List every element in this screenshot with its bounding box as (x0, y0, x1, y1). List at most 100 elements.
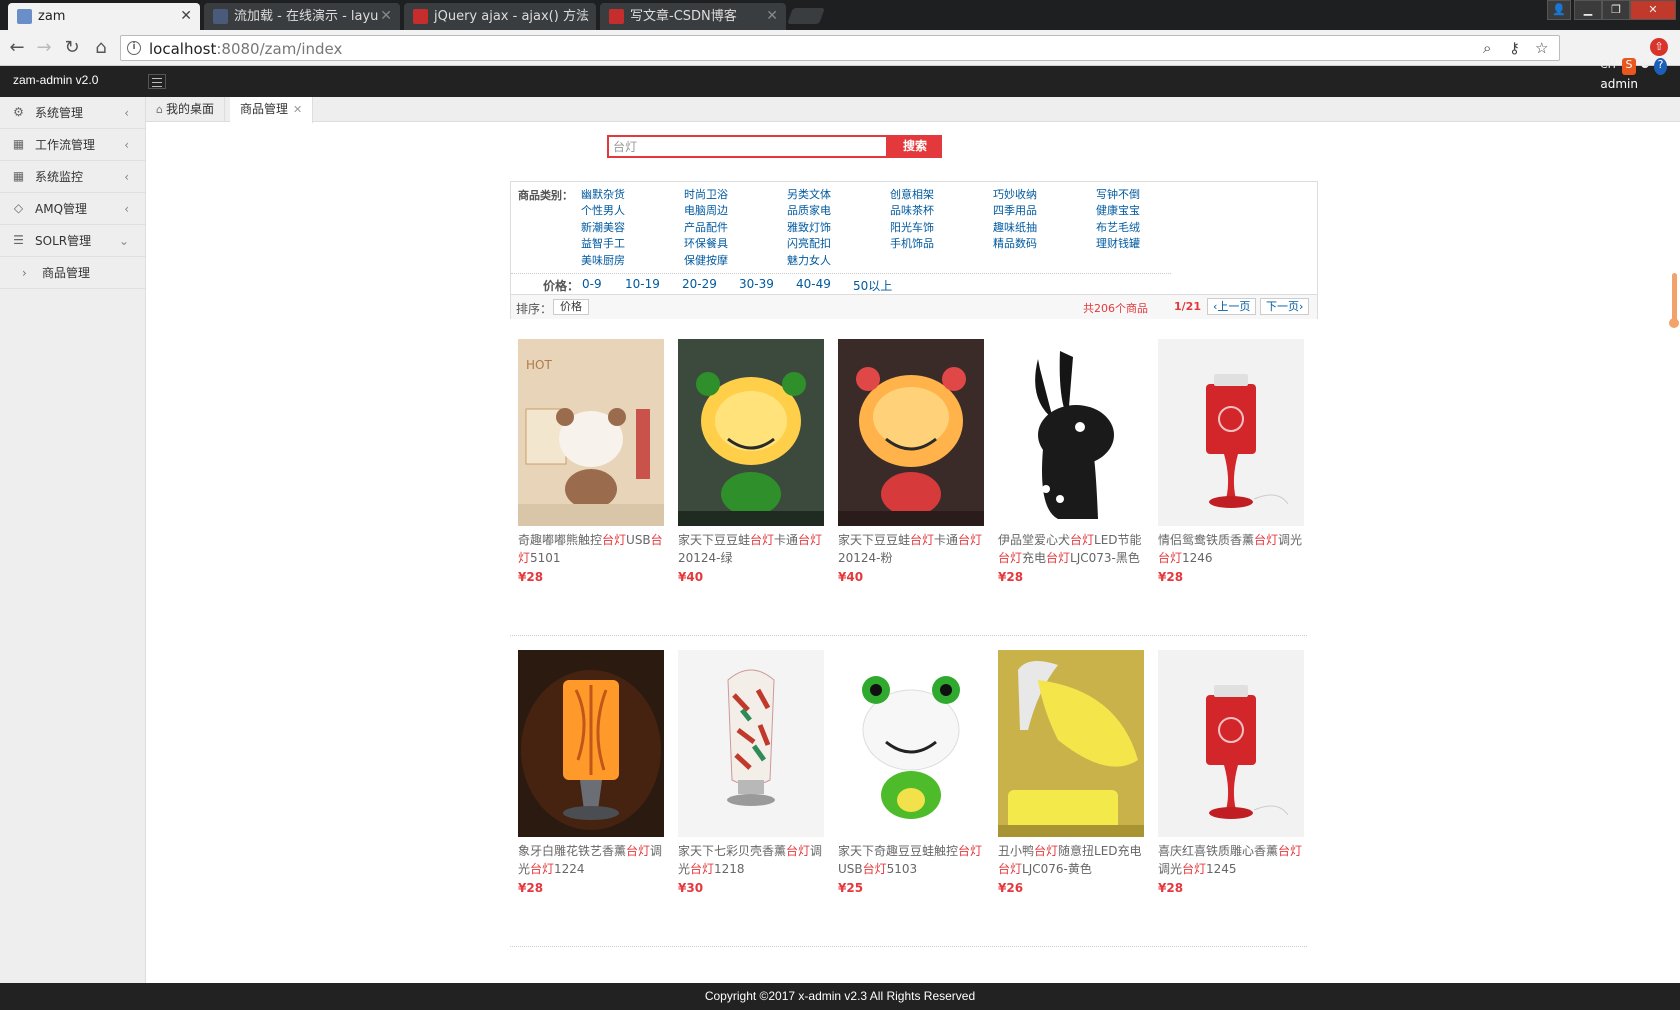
search-button[interactable]: 搜索 (888, 135, 942, 158)
reload-icon[interactable]: ↻ (60, 36, 84, 60)
category-link[interactable]: 幽默杂货 (581, 186, 625, 202)
product-image[interactable] (678, 650, 824, 837)
category-link[interactable]: 魅力女人 (787, 252, 831, 268)
product-image[interactable] (1158, 650, 1304, 837)
next-page-button[interactable]: 下一页› (1260, 298, 1310, 315)
product-name[interactable]: 家天下豆豆蛙台灯卡通台灯20124-粉 (838, 531, 986, 567)
minimize-window-icon[interactable]: ▁ (1574, 0, 1602, 20)
forward-icon[interactable]: → (32, 36, 56, 60)
product-name[interactable]: 奇趣嘟嘟熊触控台灯USB台灯5101 (518, 531, 666, 567)
product-image[interactable] (838, 650, 984, 837)
category-link[interactable]: 时尚卫浴 (684, 186, 728, 202)
category-link[interactable]: 阳光车饰 (890, 219, 934, 235)
price-filter-link[interactable]: 30-39 (739, 277, 774, 291)
category-link[interactable]: 理财钱罐 (1096, 235, 1140, 251)
category-link[interactable]: 闪亮配扣 (787, 235, 831, 251)
category-link[interactable]: 手机饰品 (890, 235, 934, 251)
category-link[interactable]: 布艺毛绒 (1096, 219, 1140, 235)
tab-desktop[interactable]: ⌂ 我的桌面 (146, 97, 225, 122)
price-filter-link[interactable]: 10-19 (625, 277, 660, 291)
zoom-icon[interactable]: ⌕ (1483, 39, 1491, 57)
category-link[interactable]: 趣味纸抽 (993, 219, 1037, 235)
product-image[interactable] (518, 650, 664, 837)
close-tab-icon[interactable]: ✕ (293, 103, 302, 116)
back-icon[interactable]: ← (5, 36, 29, 60)
price-filter-link[interactable]: 20-29 (682, 277, 717, 291)
bookmark-star-icon[interactable]: ☆ (1535, 39, 1548, 57)
price-filter-link[interactable]: 0-9 (582, 277, 602, 291)
category-link[interactable]: 环保餐具 (684, 235, 728, 251)
close-tab-icon[interactable]: ✕ (380, 3, 392, 30)
product-name[interactable]: 伊品堂爱心犬台灯LED节能台灯充电台灯LJC073-黑色 (998, 531, 1146, 567)
product-image[interactable] (1158, 339, 1304, 526)
sidebar-subitem-goods[interactable]: › 商品管理 (0, 257, 145, 289)
category-link[interactable]: 创意相架 (890, 186, 934, 202)
product-name[interactable]: 家天下奇趣豆豆蛙触控台灯USB台灯5103 (838, 842, 986, 878)
tab-goods[interactable]: 商品管理 ✕ (230, 97, 314, 123)
close-tab-icon[interactable]: ✕ (576, 3, 588, 30)
search-input[interactable] (607, 135, 888, 158)
extension-icon[interactable]: ⇧ (1650, 38, 1668, 56)
url-input[interactable]: i localhost:8080/zam/index ⌕ ⚷ ☆ (120, 35, 1560, 61)
product-name[interactable]: 家天下七彩贝壳香薰台灯调光台灯1218 (678, 842, 826, 878)
close-tab-icon[interactable]: ✕ (766, 3, 778, 30)
sogou-icon[interactable]: S (1622, 58, 1636, 75)
product-image[interactable] (838, 339, 984, 526)
product-name[interactable]: 丑小鸭台灯随意扭LED充电台灯LJC076-黄色 (998, 842, 1146, 878)
category-link[interactable]: 另类文体 (787, 186, 831, 202)
category-link[interactable]: 保健按摩 (684, 252, 728, 268)
user-menu[interactable]: admin (1600, 77, 1638, 91)
chevron-left-icon: ‹ (124, 106, 129, 120)
browser-tab-layui[interactable]: 流加载 - 在线演示 - layu ✕ (204, 3, 400, 30)
category-link[interactable]: 产品配件 (684, 219, 728, 235)
menu-toggle-icon[interactable] (148, 74, 166, 89)
product-image[interactable]: HOT (518, 339, 664, 526)
maximize-window-icon[interactable]: ❐ (1602, 0, 1630, 20)
category-link[interactable]: 健康宝宝 (1096, 202, 1140, 218)
result-count: 共206个商品 (1083, 302, 1148, 315)
product-name[interactable]: 情侣鸳鸯铁质香薰台灯调光台灯1246 (1158, 531, 1306, 567)
category-link[interactable]: 电脑周边 (684, 202, 728, 218)
sidebar-item-workflow[interactable]: ▦ 工作流管理 ‹ (0, 129, 145, 161)
category-link[interactable]: 写钟不倒 (1096, 186, 1140, 202)
help-icon[interactable]: ? (1654, 58, 1667, 75)
sidebar-item-solr[interactable]: ☰ SOLR管理 ⌄ (0, 225, 145, 257)
sidebar-item-monitor[interactable]: ▦ 系统监控 ‹ (0, 161, 145, 193)
category-link[interactable]: 个性男人 (581, 202, 625, 218)
user-profile-icon[interactable]: 👤 (1547, 0, 1571, 20)
category-link[interactable]: 品味茶杯 (890, 202, 934, 218)
product-image[interactable] (998, 650, 1144, 837)
browser-tab-bar: zam ✕ 流加载 - 在线演示 - layu ✕ jQuery ajax - … (0, 0, 1680, 30)
category-link[interactable]: 新潮美容 (581, 219, 625, 235)
product-name[interactable]: 家天下豆豆蛙台灯卡通台灯20124-绿 (678, 531, 826, 567)
product-image[interactable] (678, 339, 824, 526)
browser-tab-zam[interactable]: zam ✕ (8, 3, 200, 30)
category-link[interactable]: 益智手工 (581, 235, 625, 251)
product-name-part: 1245 (1206, 862, 1237, 876)
browser-tab-jquery[interactable]: jQuery ajax - ajax() 方法 ✕ (404, 3, 596, 30)
product-name[interactable]: 象牙白雕花铁艺香薰台灯调光台灯1224 (518, 842, 666, 878)
price-filter-link[interactable]: 50以上 (853, 277, 892, 294)
site-info-icon[interactable]: i (127, 41, 141, 55)
close-tab-icon[interactable]: ✕ (180, 3, 192, 30)
close-window-icon[interactable]: ✕ (1630, 0, 1676, 20)
prev-page-button[interactable]: ‹上一页 (1207, 298, 1257, 315)
category-link[interactable]: 巧妙收纳 (993, 186, 1037, 202)
product-name[interactable]: 喜庆红喜铁质雕心香薰台灯调光台灯1245 (1158, 842, 1306, 878)
category-link[interactable]: 雅致灯饰 (787, 219, 831, 235)
category-link[interactable]: 四季用品 (993, 202, 1037, 218)
sidebar-item-amq[interactable]: ◇ AMQ管理 ‹ (0, 193, 145, 225)
category-link[interactable]: 精品数码 (993, 235, 1037, 251)
ime-settings-icon[interactable]: ☯ (1640, 58, 1650, 75)
product-image[interactable] (998, 339, 1144, 526)
category-link[interactable]: 美味厨房 (581, 252, 625, 268)
category-link[interactable]: 品质家电 (787, 202, 831, 218)
browser-tab-csdn[interactable]: 写文章-CSDN博客 ✕ (600, 3, 786, 30)
home-icon[interactable]: ⌂ (89, 36, 113, 60)
product-name-part: 情侣鸳鸯铁质香薰 (1158, 533, 1255, 547)
sidebar-item-system[interactable]: ⚙ 系统管理 ‹ (0, 97, 145, 129)
new-tab-button[interactable] (787, 8, 825, 24)
sort-by-price-button[interactable]: 价格 (553, 299, 589, 315)
price-filter-link[interactable]: 40-49 (796, 277, 831, 291)
key-icon[interactable]: ⚷ (1509, 39, 1520, 57)
